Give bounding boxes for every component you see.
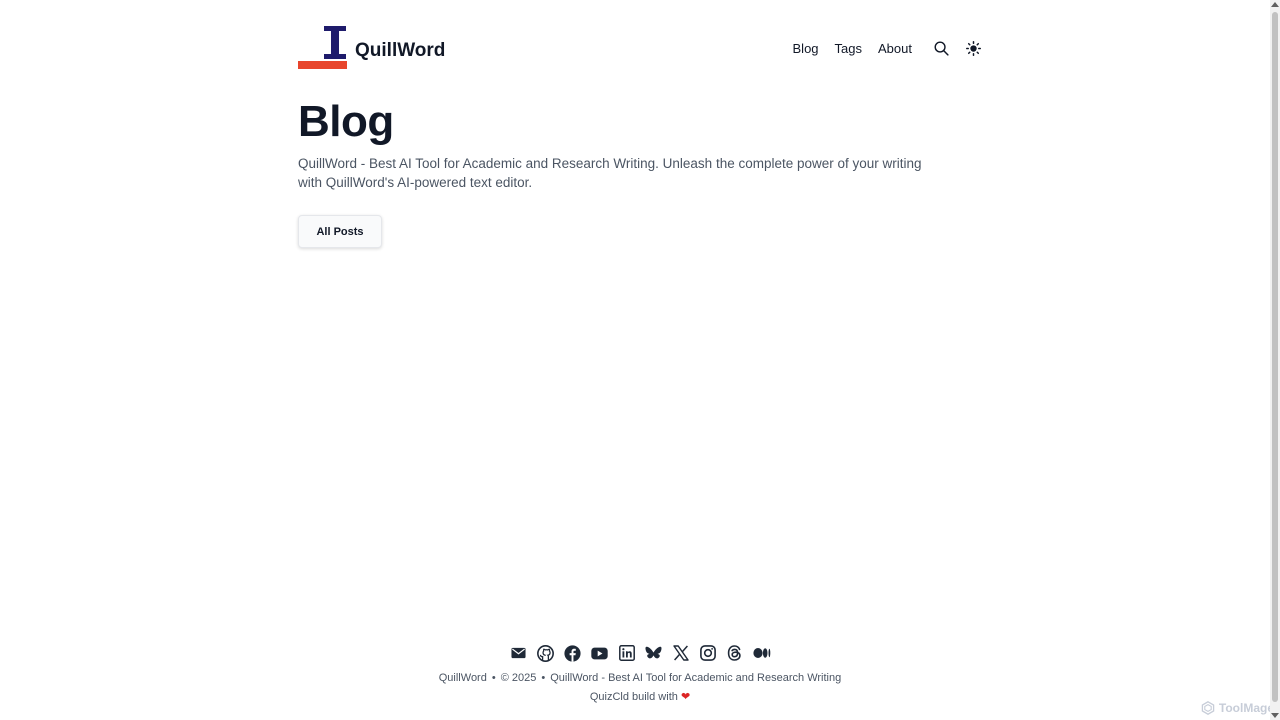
main-content: Blog QuillWord - Best AI Tool for Academ… — [298, 96, 982, 248]
instagram-link[interactable] — [699, 644, 717, 662]
scrollbar-thumb[interactable] — [1272, 12, 1278, 702]
footer-tagline: QuillWord - Best AI Tool for Academic an… — [550, 672, 842, 684]
instagram-icon — [699, 645, 716, 661]
bluesky-icon — [645, 646, 662, 658]
watermark-logo-icon — [1201, 701, 1215, 715]
github-link[interactable] — [537, 644, 555, 662]
nav-tags[interactable]: Tags — [835, 41, 862, 56]
medium-icon — [752, 648, 770, 658]
watermark: ToolMage — [1201, 701, 1274, 715]
facebook-link[interactable] — [564, 644, 582, 662]
all-posts-button[interactable]: All Posts — [298, 215, 382, 248]
scroll-up-icon[interactable] — [1271, 2, 1279, 7]
separator: • — [491, 672, 496, 684]
footer-copyright: © 2025 — [500, 672, 537, 684]
mail-icon — [511, 647, 526, 659]
logo-mark-icon — [298, 26, 347, 69]
search-button[interactable] — [932, 39, 950, 57]
theme-toggle-button[interactable] — [964, 39, 982, 57]
medium-link[interactable] — [752, 644, 771, 662]
scroll-down-icon[interactable] — [1271, 713, 1279, 718]
mail-link[interactable] — [510, 644, 528, 662]
x-icon — [672, 645, 689, 661]
watermark-text: ToolMage — [1218, 701, 1274, 715]
page-title: Blog — [298, 97, 394, 146]
bluesky-link[interactable] — [645, 644, 663, 662]
linkedin-icon — [618, 645, 635, 661]
youtube-icon — [591, 647, 608, 659]
nav-about[interactable]: About — [878, 41, 912, 56]
youtube-link[interactable] — [591, 644, 609, 662]
page: QuillWord Blog Tags About Blog QuillWord… — [0, 0, 1280, 720]
page-description: QuillWord - Best AI Tool for Academic an… — [298, 156, 922, 190]
separator: • — [541, 672, 546, 684]
brand-name: QuillWord — [355, 40, 446, 61]
heart-icon: ❤ — [680, 691, 691, 703]
facebook-icon — [564, 644, 581, 662]
footer-credit: QuizCld build with ❤ — [0, 690, 1280, 704]
footer-info: QuillWord • © 2025 • QuillWord - Best AI Too… — [0, 671, 1280, 685]
sun-icon — [965, 40, 981, 56]
github-icon — [537, 644, 554, 662]
x-link[interactable] — [672, 644, 690, 662]
main-nav: Blog Tags About — [777, 39, 982, 57]
nav-blog[interactable]: Blog — [793, 41, 819, 56]
credit-text: QuizCld build with — [589, 691, 678, 703]
site-header: QuillWord Blog Tags About — [298, 24, 982, 72]
site-footer: QuillWord • © 2025 • QuillWord - Best AI Too… — [0, 644, 1280, 704]
page-scrollbar[interactable] — [1270, 0, 1280, 720]
footer-brand: QuillWord — [438, 672, 487, 684]
social-links — [0, 644, 1280, 664]
threads-icon — [727, 645, 741, 661]
linkedin-link[interactable] — [618, 644, 636, 662]
search-icon — [934, 41, 949, 56]
threads-link[interactable] — [726, 644, 744, 662]
